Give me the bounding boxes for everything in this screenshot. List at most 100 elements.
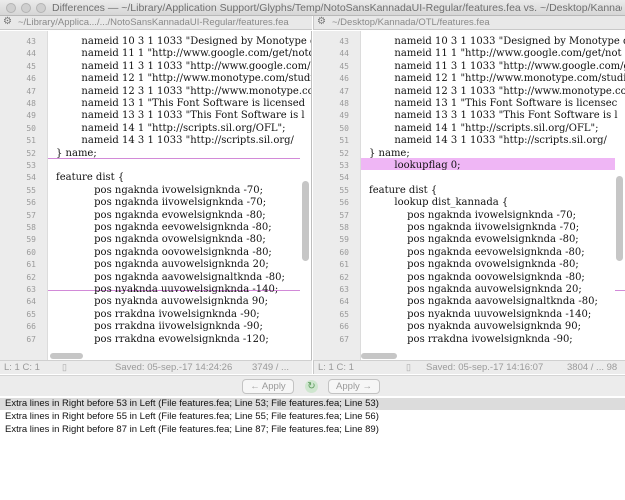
code-line[interactable]: nameid 14 3 1 1033 "http://scripts.sil.o…	[369, 135, 607, 146]
code-line[interactable]: pos ngaknda ovowelsignknda -80;	[56, 234, 266, 245]
right-lock-icon[interactable]: ▯	[406, 362, 411, 373]
code-line[interactable]: nameid 12 3 1 1033 "http://www.monotype.…	[56, 86, 311, 97]
close-window-button[interactable]	[6, 3, 16, 13]
left-vertical-scrollbar[interactable]	[302, 181, 309, 261]
right-line-count: 3804 / ... 98	[567, 362, 618, 373]
difference-message[interactable]: Extra lines in Right before 87 in Left (…	[0, 424, 625, 436]
sync-icon[interactable]: ↻	[305, 380, 318, 393]
line-number: 50	[339, 123, 349, 133]
line-number: 63	[339, 285, 349, 294]
code-line[interactable]: pos ngaknda ivowelsignknda -70;	[369, 210, 576, 221]
difference-message[interactable]: Extra lines in Right before 53 in Left (…	[0, 398, 625, 410]
line-number: 61	[339, 260, 349, 270]
code-line[interactable]: pos rrakdna ivowelsignknda -90;	[369, 334, 573, 345]
line-number: 43	[339, 37, 349, 46]
line-number: 49	[26, 111, 36, 121]
code-line[interactable]: nameid 12 1 "http://www.monotype.com/stu…	[56, 73, 311, 84]
line-number: 59	[26, 235, 36, 245]
line-number: 55	[26, 185, 36, 195]
code-line[interactable]: nameid 13 3 1 1033 "This Font Software i…	[369, 110, 617, 121]
code-line[interactable]: nameid 14 1 "http://scripts.sil.org/OFL"…	[56, 123, 285, 134]
left-editor-pane[interactable]: 43 nameid 10 3 1 1033 "Designed by Monot…	[0, 31, 312, 360]
line-number: 45	[26, 61, 36, 71]
code-line[interactable]: pos ngaknda aavowelsignaltknda -80;	[369, 296, 598, 307]
code-line[interactable]: } name;	[369, 148, 410, 159]
code-line[interactable]: pos ngaknda aavowelsignaltknda -80;	[56, 272, 285, 283]
code-line[interactable]: pos nyaknda uuvowelsignknda -140;	[369, 309, 591, 320]
line-number: 48	[26, 99, 36, 108]
code-line[interactable]: pos ngaknda oovowelsignknda -80;	[369, 272, 585, 283]
code-line[interactable]: pos nyaknda auvowelsignknda 90;	[56, 296, 268, 307]
right-diff-marker	[615, 290, 625, 291]
code-line[interactable]: feature dist {	[369, 185, 437, 196]
code-line[interactable]: nameid 11 1 "http://www.google.com/get/n…	[56, 48, 311, 59]
left-gear-icon[interactable]: ⚙	[3, 16, 12, 27]
line-number: 45	[339, 61, 349, 71]
right-cursor-position: L: 1 C: 1	[318, 362, 354, 373]
code-line[interactable]: nameid 12 1 "http://www.monotype.com/stu…	[369, 73, 625, 84]
line-number: 54	[26, 173, 36, 183]
line-number: 44	[339, 49, 349, 59]
code-line[interactable]: pos ngaknda evowelsignknda -80;	[56, 210, 266, 221]
right-horizontal-scrollbar[interactable]	[361, 353, 397, 359]
code-line[interactable]: pos ngaknda eevowelsignknda -80;	[369, 247, 584, 258]
code-line[interactable]: nameid 14 3 1 1033 "http://scripts.sil.o…	[56, 135, 294, 146]
code-line[interactable]: nameid 10 3 1 1033 "Designed by Monotype…	[56, 36, 311, 47]
line-number: 57	[339, 210, 349, 220]
code-line[interactable]: nameid 11 3 1 1033 "http://www.google.co…	[56, 61, 311, 72]
code-line[interactable]: nameid 13 3 1 1033 "This Font Software i…	[56, 110, 304, 121]
line-number: 51	[339, 136, 349, 146]
code-line[interactable]: nameid 11 1 "http://www.google.com/get/n…	[369, 48, 621, 59]
left-file-path: ~/Library/Applica.../.../NotoSansKannada…	[18, 17, 289, 28]
left-saved-time: Saved: 05-sep.-17 14:24:26	[115, 362, 233, 373]
code-line[interactable]: pos nyaknda uuvowelsignknda -140;	[56, 284, 278, 295]
code-line[interactable]: pos nyaknda auvowelsignknda 90;	[369, 321, 581, 332]
code-line[interactable]: nameid 13 1 "This Font Software is licen…	[369, 98, 617, 109]
apply-left-button[interactable]: ← Apply	[242, 379, 294, 394]
line-number: 64	[26, 297, 36, 307]
code-line[interactable]: feature dist {	[56, 172, 124, 183]
code-line[interactable]: pos ngaknda iivowelsignknda -70;	[369, 222, 579, 233]
left-path-bar: ⚙ ~/Library/Applica.../.../NotoSansKanna…	[0, 16, 312, 30]
line-number: 66	[26, 322, 36, 332]
zoom-window-button[interactable]	[36, 3, 46, 13]
left-horizontal-scrollbar[interactable]	[50, 353, 83, 359]
right-gear-icon[interactable]: ⚙	[317, 16, 326, 27]
code-line[interactable]: lookupflag 0;	[369, 160, 460, 171]
apply-right-button[interactable]: Apply →	[328, 379, 380, 394]
left-lock-icon[interactable]: ▯	[62, 362, 67, 373]
apply-toolbar: ← Apply ↻ Apply →	[0, 375, 625, 396]
code-line[interactable]: pos ngaknda eevowelsignknda -80;	[56, 222, 271, 233]
line-number: 50	[26, 123, 36, 133]
left-status-bar: L: 1 C: 1 ▯ Saved: 05-sep.-17 14:24:26 3…	[0, 360, 312, 374]
line-number: 65	[339, 309, 349, 319]
code-line[interactable]: nameid 10 3 1 1033 "Designed by Monotype…	[369, 36, 625, 47]
right-vertical-scrollbar[interactable]	[616, 176, 623, 261]
code-line[interactable]: pos ngaknda iivowelsignknda -70;	[56, 197, 266, 208]
code-line[interactable]: pos ngaknda evowelsignknda -80;	[369, 234, 579, 245]
code-line[interactable]: lookup dist_kannada {	[369, 197, 508, 208]
line-number: 47	[339, 86, 349, 96]
left-cursor-position: L: 1 C: 1	[4, 362, 40, 373]
code-line[interactable]: pos rrakdna iivowelsignknda -90;	[56, 321, 263, 332]
code-line[interactable]: } name;	[56, 148, 97, 159]
code-line[interactable]: pos rrakdna evowelsignknda -120;	[56, 334, 269, 345]
minimize-window-button[interactable]	[21, 3, 31, 13]
code-line[interactable]: pos ngaknda oovowelsignknda -80;	[56, 247, 272, 258]
code-line[interactable]: pos ngaknda auvowelsignknda 20;	[369, 284, 582, 295]
code-line[interactable]: pos ngaknda ovowelsignknda -80;	[369, 259, 579, 270]
code-line[interactable]: pos ngaknda ivowelsignknda -70;	[56, 185, 263, 196]
line-number: 51	[26, 136, 36, 146]
code-line[interactable]: nameid 12 3 1 1033 "http://www.monotype.…	[369, 86, 625, 97]
code-line[interactable]: pos rrakdna ivowelsignknda -90;	[56, 309, 260, 320]
line-number: 53	[339, 161, 349, 170]
code-line[interactable]: nameid 14 1 "http://scripts.sil.org/OFL"…	[369, 123, 598, 134]
left-line-count: 3749 / ...	[252, 362, 289, 373]
code-line[interactable]: pos ngaknda auvowelsignknda 20;	[56, 259, 269, 270]
difference-message[interactable]: Extra lines in Right before 55 in Left (…	[0, 411, 625, 423]
right-editor-pane[interactable]: 43 nameid 10 3 1 1033 "Designed by Monot…	[313, 31, 625, 360]
line-number: 64	[339, 297, 349, 307]
code-line[interactable]: nameid 13 1 "This Font Software is licen…	[56, 98, 305, 109]
code-line[interactable]: nameid 11 3 1 1033 "http://www.google.co…	[369, 61, 625, 72]
line-number: 48	[339, 99, 349, 108]
